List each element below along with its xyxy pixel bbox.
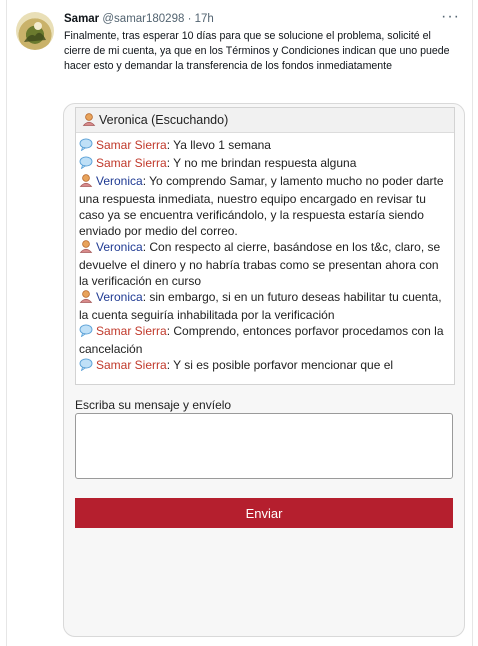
chat-bubble-icon: [79, 324, 93, 341]
author-name[interactable]: Samar: [64, 13, 99, 25]
timeline-divider-left: [6, 0, 7, 646]
message-text: Y si es posible porfavor mencionar que e…: [173, 358, 394, 372]
chat-message: Samar Sierra: Ya llevo 1 semana: [79, 137, 451, 155]
chat-bubble-icon: [79, 138, 93, 155]
chat-message: Veronica: Con respecto al cierre, basánd…: [79, 239, 441, 288]
message-input[interactable]: [75, 413, 453, 479]
message-sender: Veronica: [96, 290, 143, 304]
tweet-time[interactable]: 17h: [195, 13, 214, 25]
message-sender: Veronica: [96, 174, 143, 188]
chat-message: Veronica: Yo comprendo Samar, y lamento …: [79, 173, 444, 238]
message-sender: Veronica: [96, 240, 143, 254]
chat-message: Veronica: sin embargo, si en un futuro d…: [79, 289, 442, 322]
chat-messages[interactable]: Samar Sierra: Ya llevo 1 semana Samar Sie…: [76, 133, 454, 384]
message-sender: Samar Sierra: [96, 358, 167, 372]
agent-icon: [79, 289, 93, 307]
message-sender: Samar Sierra: [96, 324, 167, 338]
avatar[interactable]: [16, 12, 54, 50]
send-button[interactable]: Enviar: [75, 498, 453, 528]
tweet-header: Samar @samar180298 · 17h: [64, 13, 214, 25]
chat-message: Samar Sierra: Comprendo, entonces porfav…: [79, 324, 444, 356]
chat-message: Samar Sierra: Y si es posible porfavor m…: [79, 357, 451, 375]
agent-icon: [79, 173, 93, 191]
chat-message: Samar Sierra: Y no me brindan respuesta …: [79, 155, 451, 173]
chat-window: Veronica (Escuchando) Samar Sierra: Ya l…: [75, 107, 455, 385]
chat-bubble-icon: [79, 358, 93, 375]
tweet-text: Finalmente, tras esperar 10 días para qu…: [64, 30, 450, 72]
message-text: Y no me brindan respuesta alguna: [173, 156, 357, 170]
message-text: Ya llevo 1 semana: [173, 138, 271, 152]
author-handle[interactable]: @samar180298: [102, 13, 184, 25]
message-sender: Samar Sierra: [96, 156, 167, 170]
media-card[interactable]: Veronica (Escuchando) Samar Sierra: Ya l…: [63, 103, 465, 637]
agent-icon: [79, 239, 93, 257]
agent-icon: [82, 112, 96, 129]
message-sender: Samar Sierra: [96, 138, 167, 152]
chat-bubble-icon: [79, 156, 93, 173]
chat-header: Veronica (Escuchando): [76, 108, 454, 133]
timeline-divider-right: [472, 0, 473, 646]
chat-header-title: Veronica (Escuchando): [99, 113, 229, 127]
more-icon[interactable]: ···: [441, 8, 460, 26]
message-label: Escriba su mensaje y envíelo: [75, 398, 232, 412]
